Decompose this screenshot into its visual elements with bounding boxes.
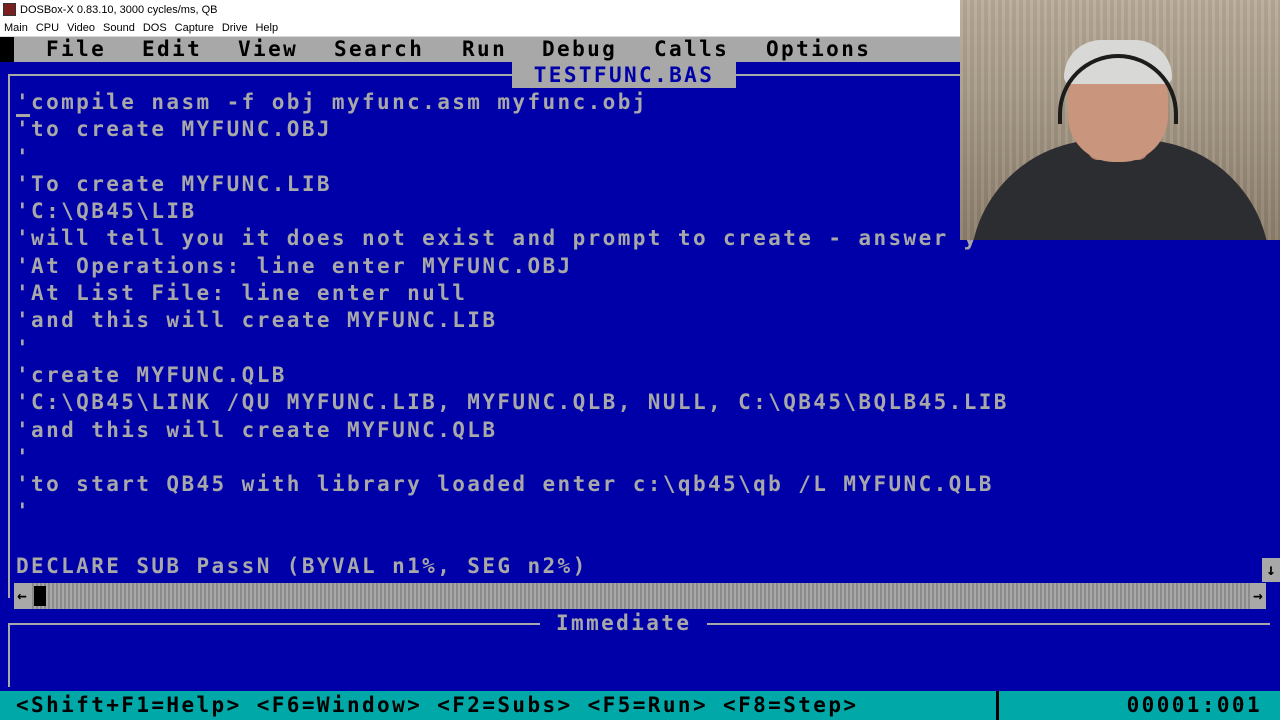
code-line[interactable] [16,526,1264,553]
host-menu-capture[interactable]: Capture [171,22,218,34]
qb-menu-search[interactable]: Search [334,37,424,62]
editor-frame-left [8,74,10,598]
qb-menu-edit[interactable]: Edit [142,37,202,62]
code-line[interactable]: 'At List File: line enter null [16,280,1264,307]
code-line[interactable]: 'create MYFUNC.QLB [16,362,1264,389]
webcam-overlay [960,0,1280,240]
code-line[interactable]: ' [16,444,1264,471]
host-menu-main[interactable]: Main [0,22,32,34]
code-line[interactable]: 'and this will create MYFUNC.LIB [16,307,1264,334]
immediate-window-title[interactable]: Immediate [540,610,708,636]
qb-menu-options[interactable]: Options [766,37,871,62]
scroll-down-arrow-icon[interactable]: ↓ [1262,558,1280,582]
code-line[interactable]: 'At Operations: line enter MYFUNC.OBJ [16,253,1264,280]
host-menu-dos[interactable]: DOS [139,22,171,34]
dosbox-app-icon [3,3,16,16]
status-bar: <Shift+F1=Help> <F6=Window> <F2=Subs> <F… [0,691,1280,720]
editor-file-title[interactable]: TESTFUNC.BAS [512,62,736,88]
host-menu-sound[interactable]: Sound [99,22,139,34]
window-title: DOSBox-X 0.83.10, 3000 cycles/ms, QB [20,3,218,16]
immediate-frame-left [8,623,10,687]
code-line[interactable]: 'C:\QB45\LINK /QU MYFUNC.LIB, MYFUNC.QLB… [16,389,1264,416]
scrollbar-thumb[interactable] [34,586,46,606]
window-titlebar: DOSBox-X 0.83.10, 3000 cycles/ms, QB [0,0,960,19]
qb-menu-debug[interactable]: Debug [542,37,617,62]
host-menu-video[interactable]: Video [63,22,99,34]
code-line[interactable]: ' [16,335,1264,362]
horizontal-scrollbar[interactable]: ← → [14,583,1266,609]
scroll-right-arrow-icon[interactable]: → [1250,583,1266,609]
qb-menu-run[interactable]: Run [462,37,507,62]
host-menu-cpu[interactable]: CPU [32,22,63,34]
code-line[interactable]: 'and this will create MYFUNC.QLB [16,417,1264,444]
host-menubar: Main CPU Video Sound DOS Capture Drive H… [0,19,960,37]
qb-menu-view[interactable]: View [238,37,298,62]
status-key-hints[interactable]: <Shift+F1=Help> <F6=Window> <F2=Subs> <F… [16,691,858,720]
text-cursor [16,114,30,117]
code-line[interactable]: ' [16,498,1264,525]
qb-menu-calls[interactable]: Calls [654,37,729,62]
code-line[interactable]: 'to start QB45 with library loaded enter… [16,471,1264,498]
host-menu-drive[interactable]: Drive [218,22,252,34]
host-menu-help[interactable]: Help [251,22,282,34]
qb-menu-file[interactable]: File [46,37,106,62]
code-line[interactable]: DECLARE SUB PassN (BYVAL n1%, SEG n2%) [16,553,1264,580]
scroll-left-arrow-icon[interactable]: ← [14,583,30,609]
cursor-position: 00001:001 [1126,693,1262,717]
